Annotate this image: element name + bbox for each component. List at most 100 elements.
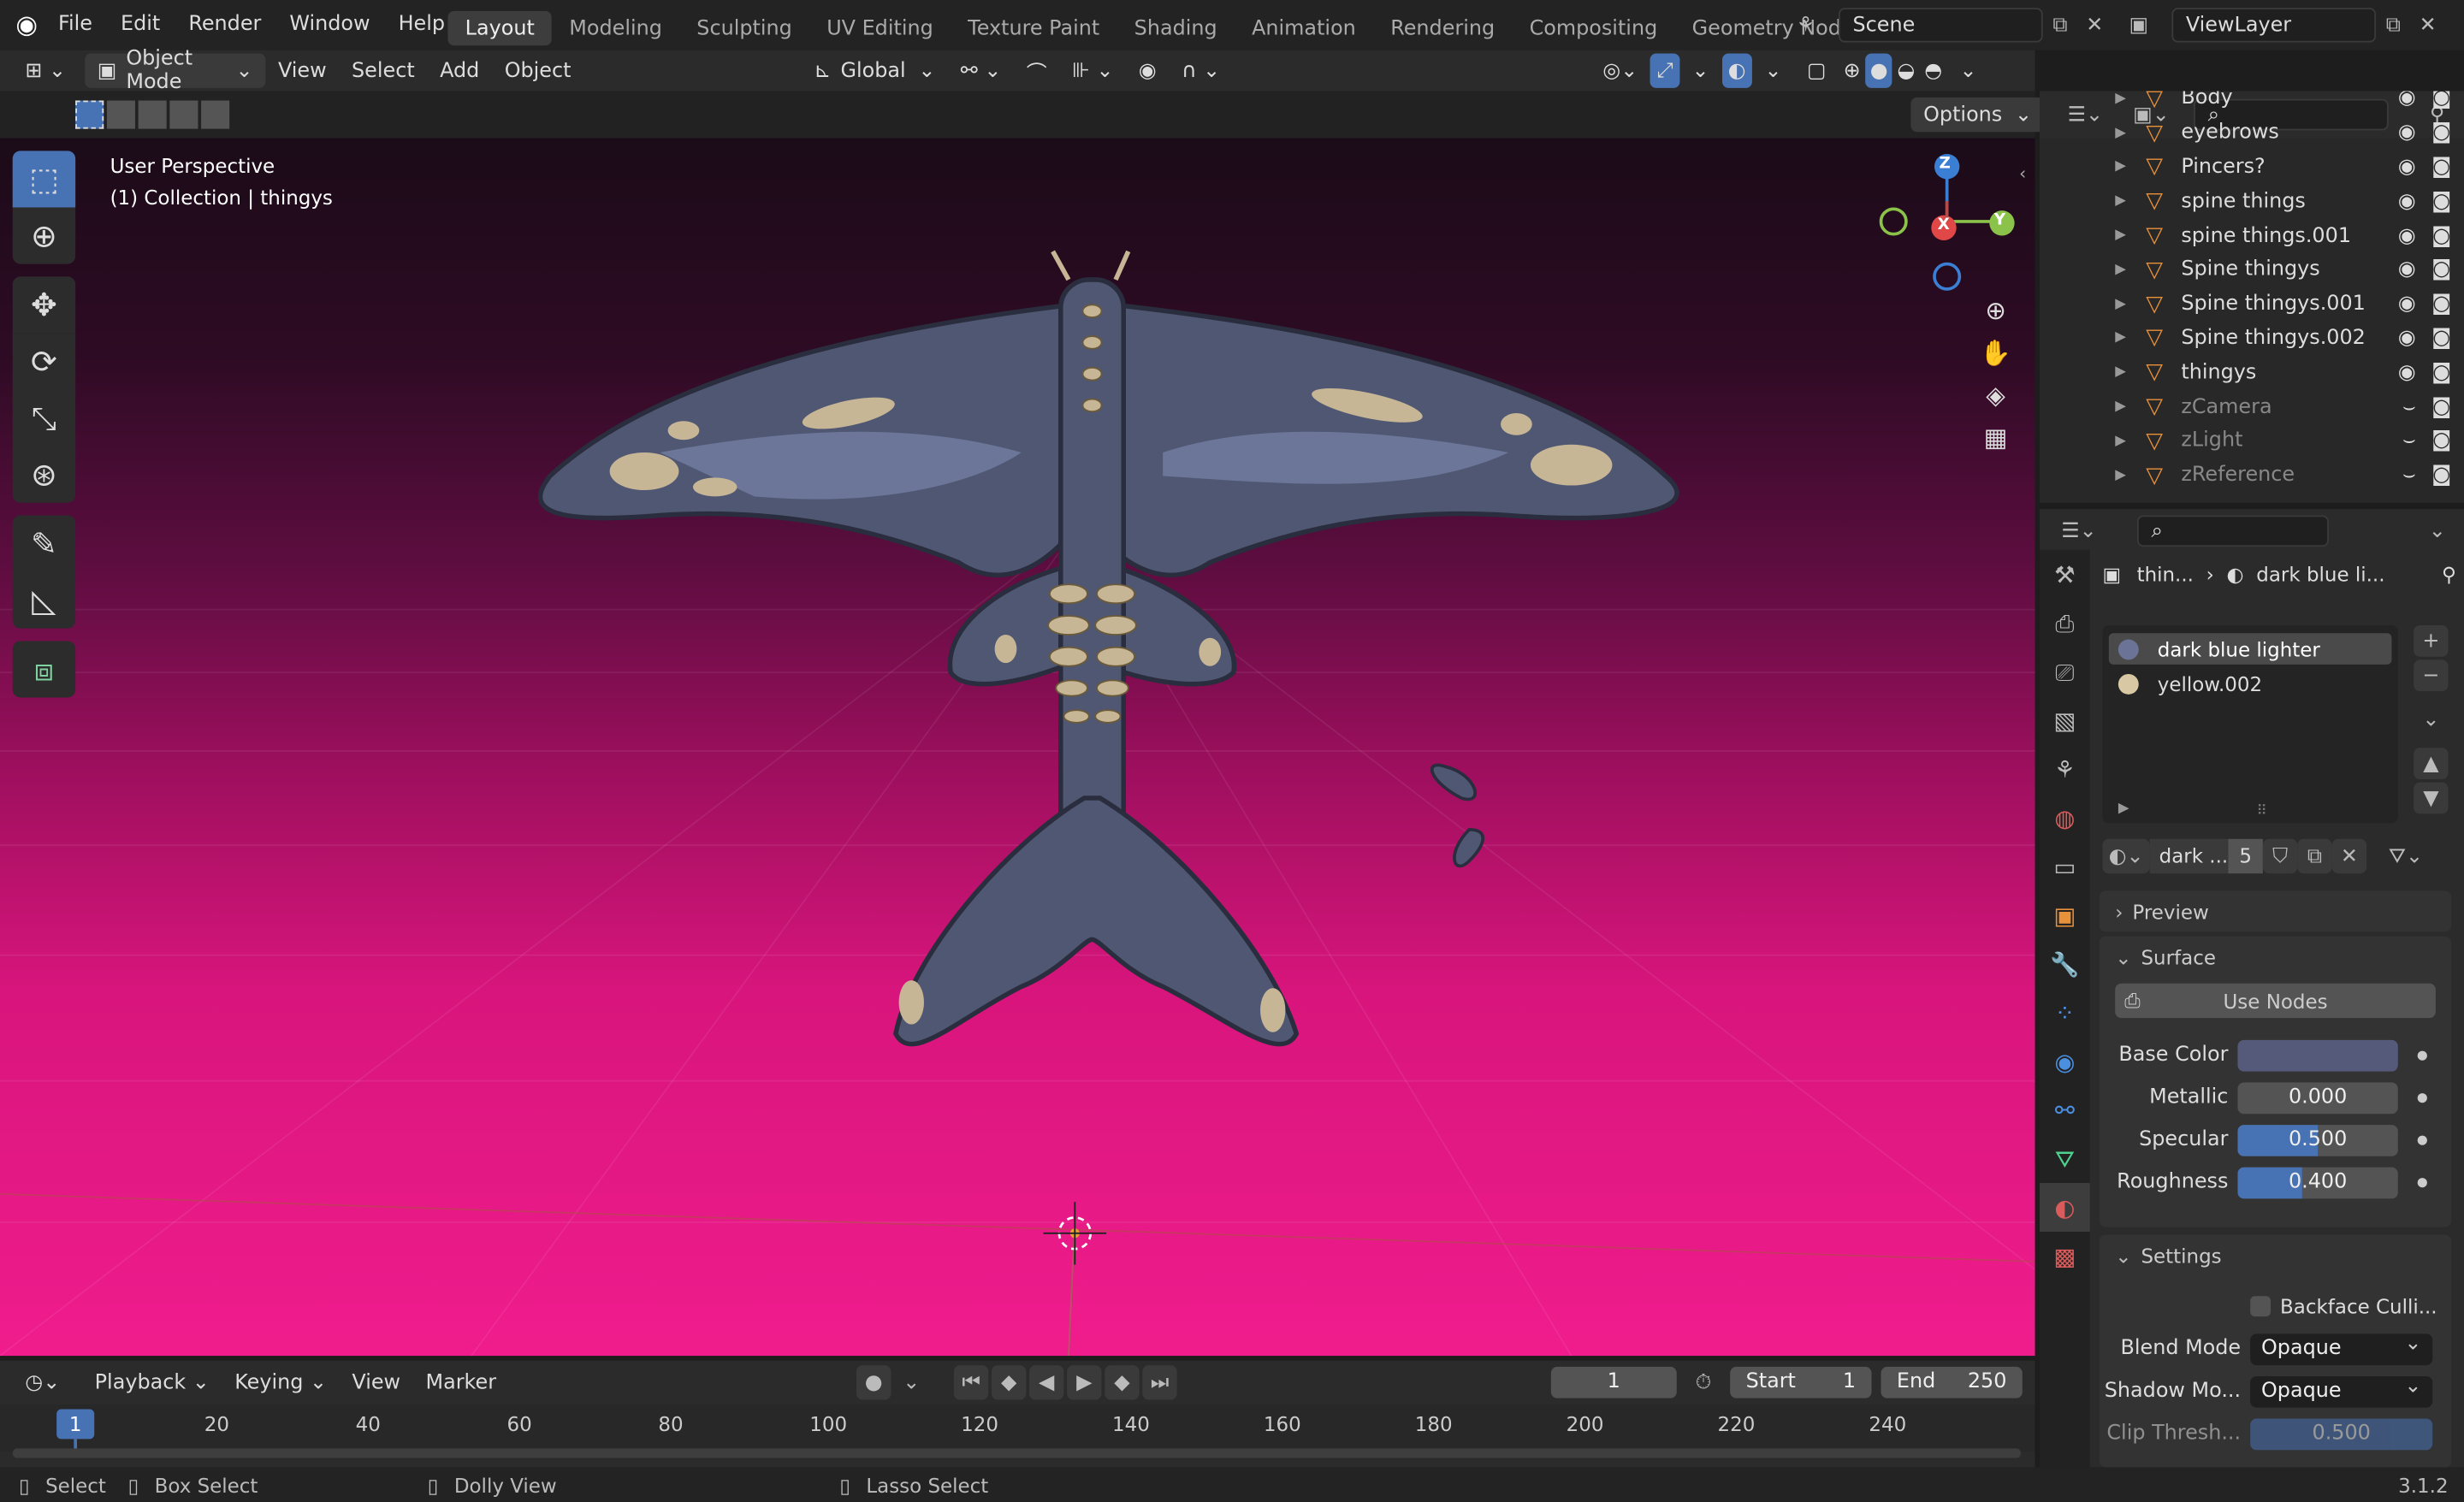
timeline-scrollbar[interactable] bbox=[12, 1448, 2021, 1458]
collection-tab-icon[interactable]: ▭ bbox=[2040, 842, 2090, 890]
eye-icon[interactable]: ◉ bbox=[2398, 327, 2416, 351]
select-invert-icon[interactable] bbox=[169, 100, 198, 129]
snap-icon[interactable]: ⌒ bbox=[1014, 53, 1059, 87]
use-nodes-button[interactable]: ⎙ Use Nodes bbox=[2115, 983, 2436, 1019]
view-layer-tab-icon[interactable]: ▧ bbox=[2040, 696, 2090, 745]
tab-uv-editing[interactable]: UV Editing bbox=[809, 11, 951, 45]
overlays-icon[interactable]: ◐ bbox=[1721, 53, 1752, 88]
timeline-editor-icon[interactable]: ◷⌄ bbox=[13, 1365, 73, 1399]
preview-panel-header[interactable]: › Preview bbox=[2099, 890, 2452, 932]
menu-keying[interactable]: Keying ⌄ bbox=[222, 1365, 340, 1399]
navigation-gizmo[interactable]: Z Y X bbox=[1870, 139, 2028, 296]
outliner-item[interactable]: ▶ ▽ Spine thingys.001 ◉ ◙ bbox=[2040, 287, 2464, 322]
tab-rendering[interactable]: Rendering bbox=[1373, 11, 1512, 45]
record-options-icon[interactable]: ⌄ bbox=[894, 1365, 928, 1399]
properties-editor-icon[interactable]: ☰⌄ bbox=[2061, 514, 2096, 548]
transform-tool-icon[interactable]: ⊛ bbox=[12, 446, 76, 503]
3d-cursor-icon[interactable] bbox=[1043, 1202, 1107, 1265]
jump-start-icon[interactable]: ⏮ bbox=[953, 1365, 989, 1400]
expand-icon[interactable]: ▶ bbox=[2115, 468, 2137, 483]
stopwatch-icon[interactable]: ⏱ bbox=[1686, 1365, 1721, 1399]
scene-tab-icon[interactable]: ⚘ bbox=[2040, 745, 2090, 794]
eye-icon[interactable]: ⌣ bbox=[2402, 395, 2416, 419]
cursor-tool-icon[interactable]: ⊕ bbox=[12, 207, 76, 264]
move-down-icon[interactable]: ▼ bbox=[2414, 782, 2449, 814]
material-tab-icon[interactable]: ◐ bbox=[2040, 1183, 2090, 1232]
resize-handle-icon[interactable]: ⠿ bbox=[2257, 804, 2267, 819]
modifier-tab-icon[interactable]: 🔧 bbox=[2040, 939, 2090, 988]
play-icon[interactable]: ▶ bbox=[1067, 1365, 1102, 1400]
playhead[interactable]: 1 bbox=[56, 1409, 95, 1440]
expand-icon[interactable]: ▶ bbox=[2115, 92, 2137, 107]
expand-icon[interactable]: ▶ bbox=[2115, 434, 2137, 449]
outliner-item[interactable]: ▶ ▽ zLight ⌣ ◙ bbox=[2040, 424, 2464, 458]
tab-compositing[interactable]: Compositing bbox=[1512, 11, 1674, 45]
camera-render-icon[interactable]: ◙ bbox=[2431, 190, 2451, 214]
fake-user-icon[interactable]: ⛉ bbox=[2262, 838, 2298, 874]
outliner-item[interactable]: ▶ ▽ zReference ⌣ ◙ bbox=[2040, 458, 2464, 493]
rendered-shading-icon[interactable]: ◓ bbox=[1920, 53, 1947, 87]
unlink-icon[interactable]: ✕ bbox=[2331, 838, 2367, 874]
tab-sculpting[interactable]: Sculpting bbox=[679, 11, 809, 45]
viewlayer-selector[interactable]: ▣ ViewLayer ⧉ ✕ bbox=[2122, 8, 2445, 43]
keyframe-dot-icon[interactable]: ● bbox=[2417, 1048, 2428, 1062]
particles-tab-icon[interactable]: ⁘ bbox=[2040, 988, 2090, 1037]
eye-icon[interactable]: ◉ bbox=[2398, 92, 2416, 111]
camera-render-icon[interactable]: ◙ bbox=[2431, 156, 2451, 180]
outliner-item[interactable]: ▶ ▽ zCamera ⌣ ◙ bbox=[2040, 390, 2464, 424]
slot-item[interactable]: yellow.002 bbox=[2109, 668, 2392, 700]
next-keyframe-icon[interactable]: ◆ bbox=[1105, 1365, 1140, 1400]
remove-slot-icon[interactable]: − bbox=[2414, 659, 2449, 692]
camera-render-icon[interactable]: ◙ bbox=[2431, 361, 2451, 385]
menu-object[interactable]: Object bbox=[492, 53, 583, 87]
wireframe-shading-icon[interactable]: ⊕ bbox=[1839, 53, 1865, 87]
select-extend-icon[interactable] bbox=[106, 100, 135, 129]
ortho-grid-icon[interactable]: ▦ bbox=[1975, 423, 2017, 452]
keyframe-dot-icon[interactable]: ● bbox=[2417, 1175, 2428, 1190]
menu-marker[interactable]: Marker bbox=[413, 1365, 509, 1399]
menu-view[interactable]: View bbox=[265, 53, 339, 87]
camera-render-icon[interactable]: ◙ bbox=[2431, 293, 2451, 316]
editor-type-icon[interactable]: ⊞ ⌄ bbox=[13, 53, 79, 87]
jump-end-icon[interactable]: ⏭ bbox=[1142, 1365, 1177, 1400]
camera-render-icon[interactable]: ◙ bbox=[2431, 258, 2451, 282]
zoom-icon[interactable]: ⊕ bbox=[1975, 295, 2017, 325]
scale-tool-icon[interactable]: ⤡ bbox=[12, 389, 76, 446]
slot-specials-icon[interactable]: ⌄ bbox=[2414, 704, 2448, 736]
slot-item[interactable]: dark blue lighter bbox=[2108, 633, 2392, 665]
expand-icon[interactable]: ▶ bbox=[2115, 193, 2137, 209]
settings-panel-header[interactable]: ⌄ Settings bbox=[2100, 1235, 2451, 1276]
camera-render-icon[interactable]: ◙ bbox=[2431, 92, 2451, 111]
tab-animation[interactable]: Animation bbox=[1235, 11, 1373, 45]
eye-icon[interactable]: ◉ bbox=[2398, 190, 2416, 214]
menu-select[interactable]: Select bbox=[339, 53, 427, 87]
blender-logo-icon[interactable]: ◉ bbox=[15, 9, 47, 41]
pin-icon[interactable]: ⚲ bbox=[2442, 563, 2456, 587]
delete-viewlayer-icon[interactable]: ✕ bbox=[2410, 8, 2444, 42]
eye-icon[interactable]: ⌣ bbox=[2402, 429, 2416, 453]
expand-icon[interactable]: ▶ bbox=[2115, 262, 2137, 277]
menu-render[interactable]: Render bbox=[175, 13, 275, 37]
keyframe-dot-icon[interactable]: ● bbox=[2417, 1132, 2428, 1147]
gizmo-toggle-icon[interactable]: ⤢ bbox=[1650, 53, 1679, 88]
select-intersect-icon[interactable] bbox=[201, 100, 230, 129]
tool-tab-icon[interactable]: ⚒ bbox=[2040, 550, 2090, 599]
eye-icon[interactable]: ◉ bbox=[2398, 293, 2416, 316]
menu-add[interactable]: Add bbox=[427, 53, 492, 87]
proportional-edit-icon[interactable]: ◉ bbox=[1126, 53, 1169, 87]
creature-model[interactable] bbox=[537, 250, 1679, 1047]
delete-scene-icon[interactable]: ✕ bbox=[2077, 8, 2112, 42]
3d-viewport[interactable]: User Perspective (1) Collection | thingy… bbox=[0, 138, 2035, 1357]
material-name-field[interactable]: dark ... bbox=[2149, 838, 2229, 874]
node-link-icon[interactable]: ⛛⌄ bbox=[2382, 839, 2429, 873]
world-tab-icon[interactable]: ◍ bbox=[2040, 794, 2090, 843]
solid-shading-icon[interactable]: ● bbox=[1865, 53, 1893, 88]
keyframe-dot-icon[interactable]: ● bbox=[2417, 1091, 2428, 1105]
current-frame-field[interactable]: 1 bbox=[1550, 1366, 1677, 1399]
texture-tab-icon[interactable]: ▩ bbox=[2040, 1232, 2090, 1280]
snap-target-icon[interactable]: ⊪ ⌄ bbox=[1059, 53, 1126, 87]
tab-layout[interactable]: Layout bbox=[447, 10, 553, 46]
properties-search-input[interactable]: ⌕ bbox=[2136, 515, 2329, 547]
expand-icon[interactable]: ▶ bbox=[2115, 399, 2137, 415]
menu-edit[interactable]: Edit bbox=[106, 13, 174, 37]
